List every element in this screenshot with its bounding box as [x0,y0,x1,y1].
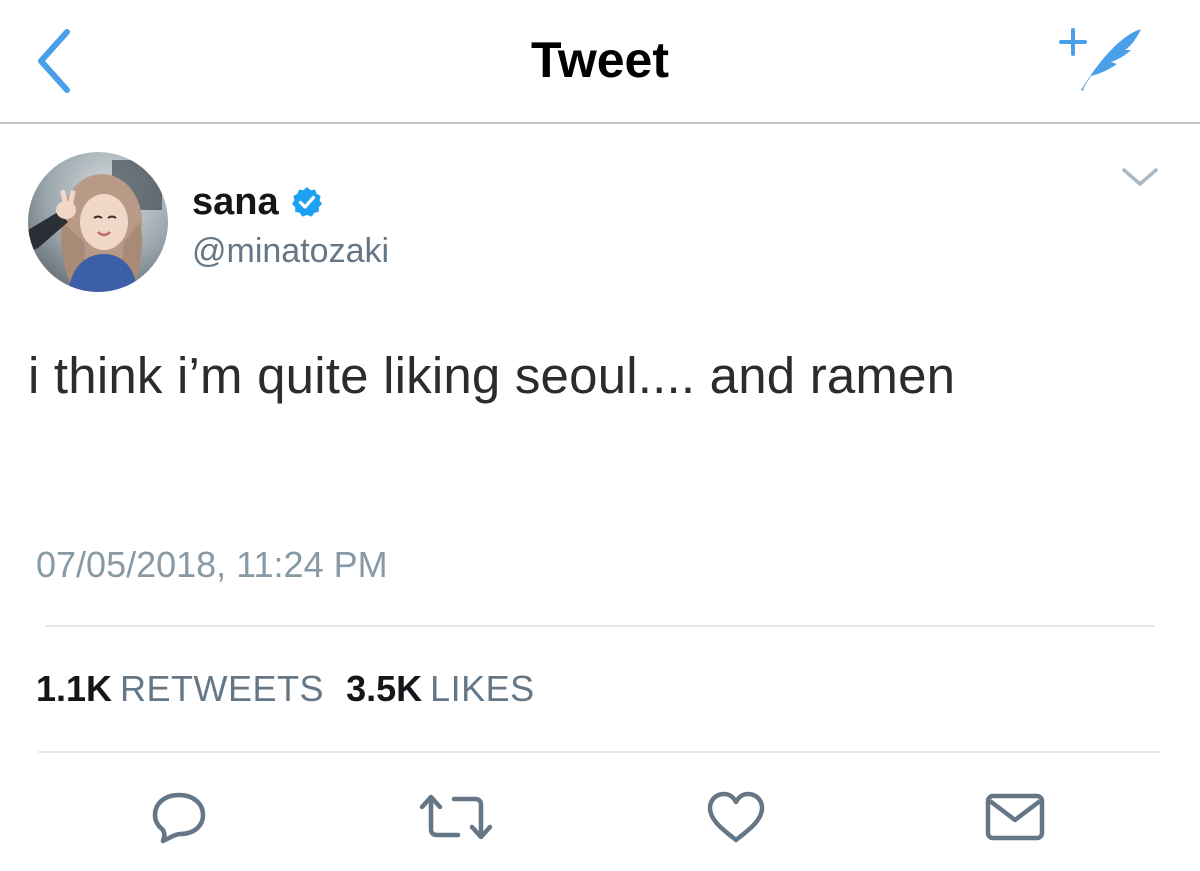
direct-message-icon [985,793,1045,841]
author-handle[interactable]: @minatozaki [192,232,389,271]
like-button[interactable] [696,782,776,852]
retweet-button[interactable] [416,782,496,852]
chevron-left-icon [38,29,70,93]
like-icon [707,791,765,843]
direct-message-button[interactable] [975,782,1055,852]
tweet-timestamp: 07/05/2018, 11:24 PM [36,544,388,585]
retweets-label: RETWEETS [120,668,325,709]
divider [38,751,1160,753]
likes-label: LIKES [430,668,535,709]
retweets-stat[interactable]: 1.1K RETWEETS [36,668,324,710]
author-display-name[interactable]: sana [192,181,279,224]
retweet-icon [419,794,493,840]
reply-icon [152,792,206,844]
retweets-count: 1.1K [36,668,113,709]
top-navigation-bar [0,0,1200,123]
back-button[interactable] [30,26,80,96]
profile-photo [28,152,168,292]
reply-button[interactable] [139,782,219,852]
chevron-down-icon [1122,168,1158,186]
divider [46,625,1154,627]
author-name-row: sana [192,178,323,226]
likes-stat[interactable]: 3.5K LIKES [346,668,535,710]
verified-badge-icon [291,187,322,217]
tweet-options-button[interactable] [1118,158,1162,192]
likes-count: 3.5K [346,668,423,709]
tweet-text: i think i’m quite liking seoul.... and r… [28,347,956,404]
header-divider [0,122,1200,124]
avatar[interactable] [28,152,168,292]
tweet-stats: 1.1K RETWEETS 3.5K LIKES [36,668,557,710]
compose-tweet-icon [1059,28,1141,91]
compose-tweet-button[interactable] [1055,24,1150,99]
